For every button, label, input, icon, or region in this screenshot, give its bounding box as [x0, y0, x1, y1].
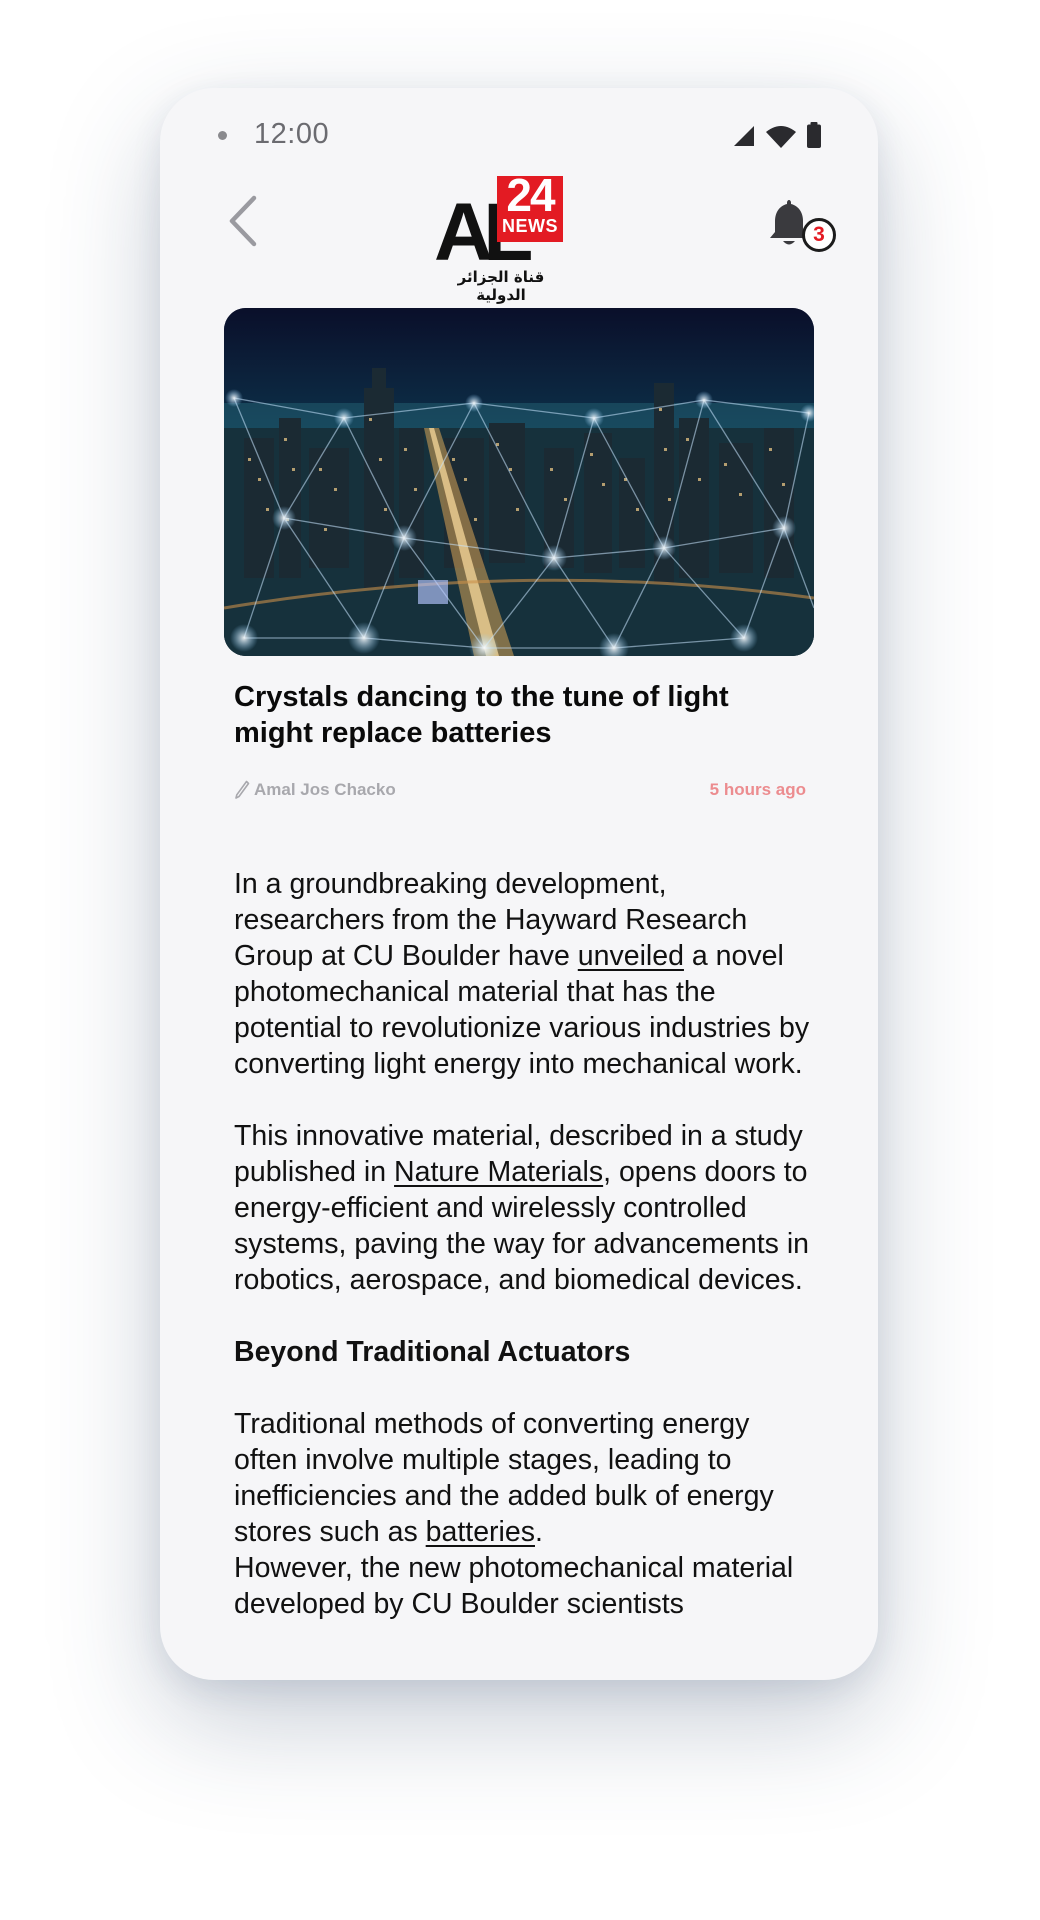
author-name: Amal Jos Chacko: [254, 780, 396, 799]
paragraph-4: However, the new photomechanical materia…: [234, 1552, 794, 1620]
notifications-button[interactable]: 3: [764, 194, 844, 264]
article-body: In a groundbreaking development, researc…: [234, 866, 816, 1658]
pencil-icon: [235, 780, 250, 799]
phone-screen: 12:00 AL 24 NEWS قناة الجزائر الدولية 3 …: [160, 88, 878, 1680]
article-title: Crystals dancing to the tune of light mi…: [234, 681, 729, 749]
back-chevron-icon: [229, 195, 257, 247]
signal-icon: [734, 126, 754, 146]
link-unveiled[interactable]: unveiled: [578, 940, 684, 972]
article-meta: Amal Jos Chacko 5 hours ago: [234, 780, 806, 804]
status-time: 12:00: [254, 118, 330, 150]
status-icons: [732, 122, 822, 148]
logo-tagline: قناة الجزائر الدولية: [457, 268, 545, 304]
city-network-illustration: [224, 308, 814, 656]
wifi-icon: [766, 126, 796, 148]
paragraph-2: This innovative material, described in a…: [234, 1118, 816, 1298]
article-author[interactable]: Amal Jos Chacko: [234, 780, 396, 800]
article-hero-image: [224, 308, 814, 656]
logo-red-box: 24 NEWS: [497, 169, 563, 242]
article-time-ago: 5 hours ago: [709, 780, 806, 799]
paragraph-1: In a groundbreaking development, researc…: [234, 866, 816, 1082]
notification-badge: 3: [802, 218, 836, 252]
section-subheading: Beyond Traditional Actuators: [234, 1336, 631, 1368]
battery-icon: [807, 122, 821, 148]
paragraph-3-text-b: .: [534, 1516, 543, 1548]
link-nature-materials[interactable]: Nature Materials: [394, 1156, 603, 1188]
logo-number: 24: [506, 169, 555, 221]
brand-logo: AL 24 NEWS قناة الجزائر الدولية: [434, 169, 594, 304]
paragraph-3: Traditional methods of converting energy…: [234, 1406, 816, 1550]
back-button[interactable]: [212, 186, 272, 256]
stage: 12:00 AL 24 NEWS قناة الجزائر الدولية 3 …: [0, 0, 1040, 1920]
status-dot: [218, 131, 227, 140]
link-batteries[interactable]: batteries: [426, 1516, 535, 1548]
logo-news: NEWS: [502, 216, 558, 236]
